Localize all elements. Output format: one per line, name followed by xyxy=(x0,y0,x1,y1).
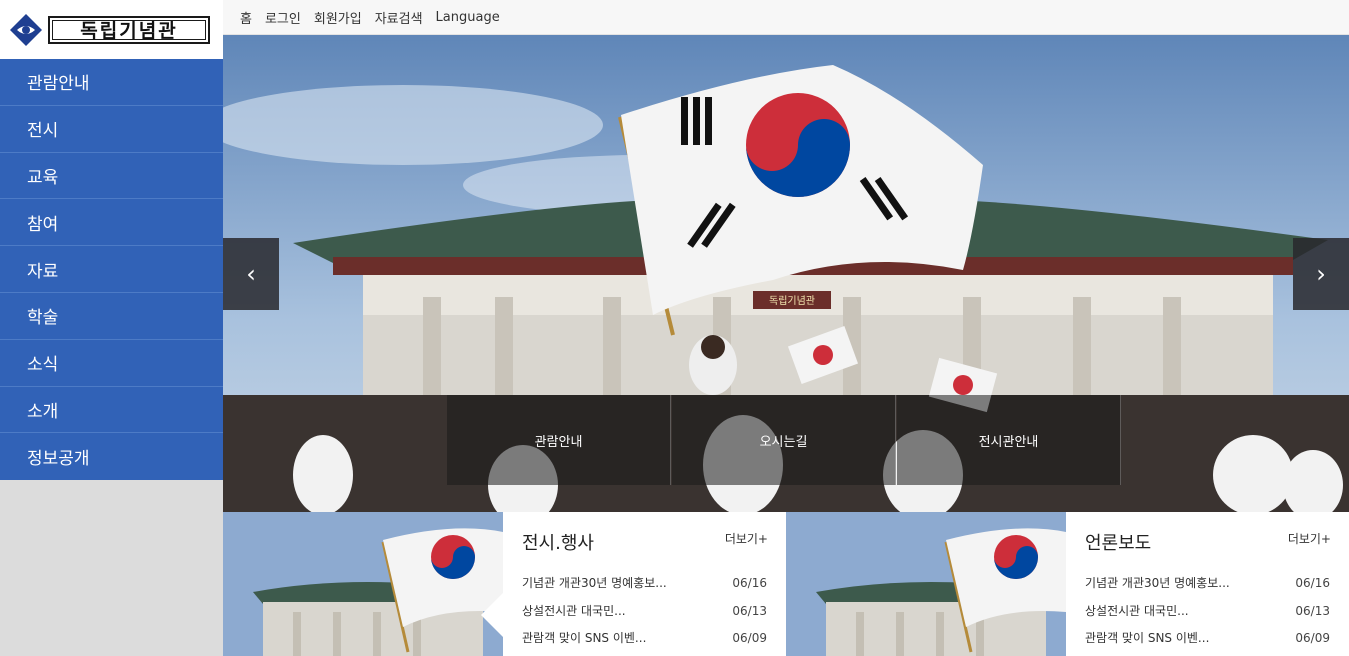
nav-item-academic[interactable]: 학술 xyxy=(0,293,223,340)
list-item[interactable]: 기념관 개관30년 명예홍보... 06/16 xyxy=(1085,570,1330,598)
logo-wordmark: 독립기념관 xyxy=(48,15,210,44)
slider-next-button[interactable]: › xyxy=(1293,238,1349,310)
list-item[interactable]: 기념관 개관30년 명예홍보... 06/16 xyxy=(522,570,767,598)
board-thumbnail-exhibition[interactable] xyxy=(223,512,503,656)
nav-item-visit-guide[interactable]: 관람안내 xyxy=(0,59,223,106)
item-date: 06/09 xyxy=(1295,631,1330,645)
news-list: 기념관 개관30년 명예홍보... 06/16 상설전시관 대국민... 06/13… xyxy=(1085,570,1330,653)
quick-link-directions[interactable]: 오시는길 xyxy=(672,395,896,485)
hero-slider: 독립기념관 ‹ › 관람안내 오시는길 전시관안내 xyxy=(223,35,1349,512)
nav-item-education[interactable]: 교육 xyxy=(0,153,223,200)
site-logo[interactable]: 독립기념관 xyxy=(0,0,223,59)
nav-item-about[interactable]: 소개 xyxy=(0,387,223,434)
sidebar: 독립기념관 관람안내 전시 교육 참여 자료 학술 소식 소개 정보공개 xyxy=(0,0,223,656)
item-date: 06/13 xyxy=(1295,603,1330,618)
more-link[interactable]: 더보기+ xyxy=(725,530,768,547)
chevron-left-icon: ‹ xyxy=(246,260,256,288)
more-link[interactable]: 더보기+ xyxy=(1288,530,1331,547)
nav-item-participation[interactable]: 참여 xyxy=(0,199,223,247)
language-link[interactable]: Language xyxy=(436,10,500,25)
nav-item-archive[interactable]: 자료 xyxy=(0,246,223,293)
signup-link[interactable]: 회원가입 xyxy=(314,8,362,27)
board-exhibition-events: 전시.행사 더보기+ 기념관 개관30년 명예홍보... 06/16 상설전시관 … xyxy=(503,512,786,656)
item-title: 상설전시관 대국민... xyxy=(522,603,626,618)
board-notch xyxy=(481,593,503,637)
list-item[interactable]: 상설전시관 대국민... 06/13 xyxy=(1085,598,1330,626)
item-date: 06/09 xyxy=(732,631,767,645)
item-date: 06/16 xyxy=(732,576,767,590)
slider-prev-button[interactable]: ‹ xyxy=(223,238,279,310)
item-title: 관람객 맞이 SNS 이벤... xyxy=(1085,631,1210,645)
item-title: 기념관 개관30년 명예홍보... xyxy=(1085,576,1230,590)
board-thumbnail-press[interactable] xyxy=(786,512,1066,656)
item-date: 06/16 xyxy=(1295,576,1330,590)
list-item[interactable]: 상설전시관 대국민... 06/13 xyxy=(522,598,767,626)
item-title: 기념관 개관30년 명예홍보... xyxy=(522,576,667,590)
nav-item-disclosure[interactable]: 정보공개 xyxy=(0,433,223,480)
nav-item-exhibition[interactable]: 전시 xyxy=(0,106,223,153)
home-link[interactable]: 홈 xyxy=(240,8,252,27)
emblem-icon xyxy=(10,13,42,46)
news-list: 기념관 개관30년 명예홍보... 06/16 상설전시관 대국민... 06/13… xyxy=(522,570,767,653)
quick-link-visit-guide[interactable]: 관람안내 xyxy=(447,395,671,485)
list-item[interactable]: 관람객 맞이 SNS 이벤... 06/09 xyxy=(1085,625,1330,653)
nav-item-news[interactable]: 소식 xyxy=(0,340,223,387)
item-title: 관람객 맞이 SNS 이벤... xyxy=(522,631,647,645)
board-press-releases: 언론보도 더보기+ 기념관 개관30년 명예홍보... 06/16 상설전시관 대… xyxy=(1066,512,1349,656)
item-date: 06/13 xyxy=(732,603,767,618)
building-sign: 독립기념관 xyxy=(769,294,815,307)
board-thumbnail-photo xyxy=(223,512,503,656)
search-link[interactable]: 자료검색 xyxy=(375,8,423,27)
top-utility-bar: 홈 로그인 회원가입 자료검색 Language xyxy=(223,0,1349,35)
quick-link-exhibition-halls[interactable]: 전시관안내 xyxy=(897,395,1121,485)
login-link[interactable]: 로그인 xyxy=(265,8,301,27)
chevron-right-icon: › xyxy=(1316,260,1326,288)
board-thumbnail-photo xyxy=(786,512,1066,656)
list-item[interactable]: 관람객 맞이 SNS 이벤... 06/09 xyxy=(522,625,767,653)
item-title: 상설전시관 대국민... xyxy=(1085,603,1189,618)
main-nav: 관람안내 전시 교육 참여 자료 학술 소식 소개 정보공개 xyxy=(0,59,223,481)
